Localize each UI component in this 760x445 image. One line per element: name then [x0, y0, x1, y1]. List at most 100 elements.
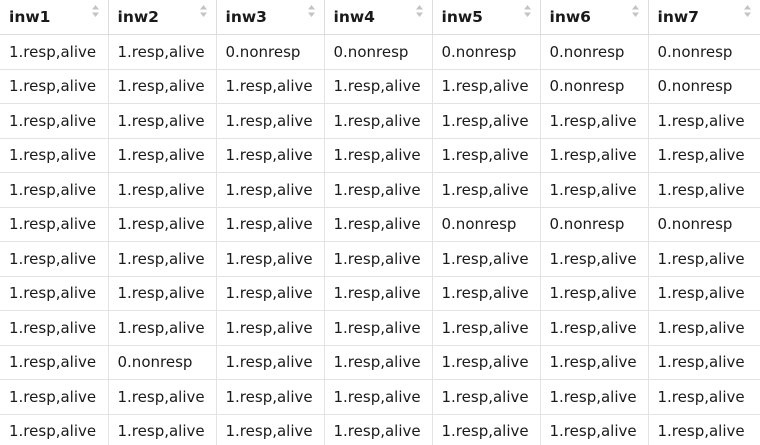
table-cell: 1.resp,alive: [432, 241, 541, 277]
table-cell: 1.resp,alive: [324, 379, 433, 415]
table-cell: 1.resp,alive: [540, 310, 649, 346]
table-cell: 1.resp,alive: [0, 207, 109, 242]
table-cell: 1.resp,alive: [216, 172, 325, 208]
table-cell: 1.resp,alive: [0, 172, 109, 208]
table-cell: 1.resp,alive: [540, 138, 649, 173]
column-header-inw7[interactable]: inw7: [648, 0, 760, 35]
table-cell: 1.resp,alive: [108, 414, 217, 445]
table-row: 1.resp,alive 1.resp,alive 1.resp,alive 1.re…: [0, 276, 760, 311]
table-cell: 0.nonresp: [648, 69, 760, 104]
table-cell: 1.resp,alive: [432, 414, 541, 445]
column-header-label: inw4: [333, 8, 375, 27]
table-cell: 1.resp,alive: [324, 241, 433, 277]
table-cell: 1.resp,alive: [648, 379, 760, 415]
table-cell: 1.resp,alive: [324, 172, 433, 208]
table-cell: 1.resp,alive: [108, 241, 217, 277]
table-body: 1.resp,alive 1.resp,alive 0.nonresp 0.nonre…: [0, 34, 760, 445]
table-row: 1.resp,alive 0.nonresp 1.resp,alive 1.resp,…: [0, 345, 760, 380]
table-cell: 1.resp,alive: [648, 345, 760, 380]
column-header-inw2[interactable]: inw2: [108, 0, 217, 35]
table-row: 1.resp,alive 1.resp,alive 1.resp,alive 1.re…: [0, 379, 760, 415]
column-header-inw5[interactable]: inw5: [432, 0, 541, 35]
table-cell: 1.resp,alive: [324, 103, 433, 139]
sort-updown-icon[interactable]: [307, 4, 316, 18]
table-cell: 0.nonresp: [108, 345, 217, 380]
table-cell: 1.resp,alive: [0, 138, 109, 173]
table-cell: 1.resp,alive: [324, 414, 433, 445]
table-cell: 0.nonresp: [540, 34, 649, 70]
table-row: 1.resp,alive 1.resp,alive 1.resp,alive 1.re…: [0, 310, 760, 346]
table-cell: 1.resp,alive: [432, 345, 541, 380]
table-cell: 1.resp,alive: [216, 207, 325, 242]
sort-updown-icon[interactable]: [415, 4, 424, 18]
column-header-label: inw6: [549, 8, 591, 27]
table-cell: 0.nonresp: [540, 69, 649, 104]
column-header-label: inw7: [657, 8, 699, 27]
table-cell: 1.resp,alive: [108, 138, 217, 173]
column-header-label: inw2: [117, 8, 159, 27]
table-cell: 1.resp,alive: [540, 276, 649, 311]
table-cell: 1.resp,alive: [216, 345, 325, 380]
table-cell: 0.nonresp: [432, 34, 541, 70]
table-cell: 1.resp,alive: [648, 103, 760, 139]
table-cell: 1.resp,alive: [432, 379, 541, 415]
table-cell: 1.resp,alive: [648, 310, 760, 346]
table-cell: 1.resp,alive: [108, 34, 217, 70]
table-cell: 1.resp,alive: [216, 379, 325, 415]
sort-updown-icon[interactable]: [199, 4, 208, 18]
sort-updown-icon[interactable]: [743, 4, 752, 18]
table-cell: 1.resp,alive: [0, 379, 109, 415]
table-cell: 1.resp,alive: [324, 138, 433, 173]
table-cell: 0.nonresp: [216, 34, 325, 70]
table-cell: 1.resp,alive: [540, 172, 649, 208]
sort-updown-icon[interactable]: [91, 4, 100, 18]
table-cell: 1.resp,alive: [324, 207, 433, 242]
table-cell: 1.resp,alive: [540, 414, 649, 445]
table-cell: 1.resp,alive: [432, 276, 541, 311]
table-cell: 1.resp,alive: [108, 172, 217, 208]
header-row: inw1 inw2 inw3 inw4 inw5 inw6 inw7: [0, 0, 760, 35]
table-cell: 1.resp,alive: [648, 241, 760, 277]
table-row: 1.resp,alive 1.resp,alive 1.resp,alive 1.re…: [0, 138, 760, 173]
table-cell: 1.resp,alive: [648, 138, 760, 173]
sort-updown-icon[interactable]: [631, 4, 640, 18]
table-cell: 1.resp,alive: [324, 69, 433, 104]
data-grid: inw1 inw2 inw3 inw4 inw5 inw6 inw7 1.resp,aliv…: [0, 0, 760, 445]
table-cell: 1.resp,alive: [648, 276, 760, 311]
table-header: inw1 inw2 inw3 inw4 inw5 inw6 inw7: [0, 0, 760, 35]
table-cell: 1.resp,alive: [0, 241, 109, 277]
table-row: 1.resp,alive 1.resp,alive 0.nonresp 0.nonre…: [0, 34, 760, 70]
table-cell: 1.resp,alive: [216, 310, 325, 346]
table-cell: 1.resp,alive: [108, 69, 217, 104]
table-cell: 1.resp,alive: [108, 276, 217, 311]
column-header-label: inw3: [225, 8, 267, 27]
column-header-inw6[interactable]: inw6: [540, 0, 649, 35]
column-header-inw3[interactable]: inw3: [216, 0, 325, 35]
table-cell: 1.resp,alive: [108, 379, 217, 415]
sort-updown-icon[interactable]: [523, 4, 532, 18]
table-cell: 1.resp,alive: [216, 103, 325, 139]
table-row: 1.resp,alive 1.resp,alive 1.resp,alive 1.re…: [0, 69, 760, 104]
table-cell: 1.resp,alive: [216, 241, 325, 277]
table-cell: 1.resp,alive: [0, 34, 109, 70]
table-cell: 1.resp,alive: [432, 69, 541, 104]
table-cell: 0.nonresp: [540, 207, 649, 242]
table-cell: 1.resp,alive: [108, 310, 217, 346]
table-cell: 1.resp,alive: [324, 276, 433, 311]
column-header-inw1[interactable]: inw1: [0, 0, 109, 35]
table-cell: 1.resp,alive: [648, 414, 760, 445]
table-cell: 1.resp,alive: [648, 172, 760, 208]
table-cell: 0.nonresp: [432, 207, 541, 242]
data-table: inw1 inw2 inw3 inw4 inw5 inw6 inw7 1.resp,aliv…: [0, 0, 760, 445]
table-cell: 1.resp,alive: [432, 138, 541, 173]
column-header-label: inw1: [9, 8, 51, 27]
table-cell: 1.resp,alive: [0, 103, 109, 139]
table-cell: 1.resp,alive: [216, 138, 325, 173]
table-cell: 1.resp,alive: [108, 103, 217, 139]
table-cell: 1.resp,alive: [216, 276, 325, 311]
table-cell: 1.resp,alive: [324, 310, 433, 346]
column-header-inw4[interactable]: inw4: [324, 0, 433, 35]
table-cell: 1.resp,alive: [432, 310, 541, 346]
table-cell: 1.resp,alive: [432, 172, 541, 208]
table-cell: 0.nonresp: [648, 34, 760, 70]
